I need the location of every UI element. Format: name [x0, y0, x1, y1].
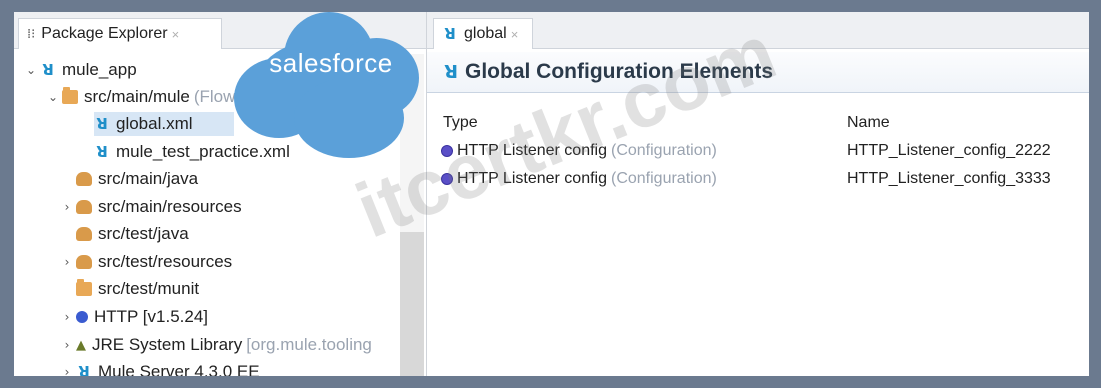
tree-item-label: JRE System Library [92, 335, 243, 354]
mule-config-icon: ꓤ [444, 25, 456, 43]
tree-item-http-library[interactable]: › HTTP [v1.5.24] [58, 305, 208, 329]
tree-item-label: src/main/java [98, 169, 199, 188]
tab-label: Package Explorer [41, 25, 168, 42]
table-row[interactable]: HTTP Listener config (Configuration) [441, 168, 717, 190]
http-library-icon [76, 311, 88, 323]
chevron-down-icon[interactable]: ⌄ [44, 90, 62, 104]
scrollbar-thumb[interactable] [400, 232, 424, 376]
tree-item-src-main-java[interactable]: src/main/java [58, 167, 198, 191]
row-kind: (Configuration) [611, 142, 717, 159]
tree-item-label: src/test/munit [98, 279, 200, 298]
close-icon[interactable]: × [172, 27, 180, 42]
mule-config-icon: ꓤ [444, 61, 458, 83]
tree-item-global-xml[interactable]: ꓤ global.xml [94, 112, 234, 136]
editor-tabbar: ꓤ global × [427, 12, 1089, 49]
tab-label: global [464, 25, 507, 42]
close-icon[interactable]: × [511, 27, 519, 42]
row-type: HTTP Listener config [457, 170, 607, 187]
table-row[interactable]: HTTP Listener config (Configuration) [441, 140, 717, 162]
tree-item-annotation: [org.mule.tooling [246, 335, 372, 354]
chevron-right-icon[interactable]: › [58, 310, 76, 324]
package-folder-icon [76, 255, 92, 269]
tree-item-label: Mule Server 4.3.0 EE [98, 362, 260, 376]
row-kind: (Configuration) [611, 170, 717, 187]
package-folder-icon [76, 227, 92, 241]
folder-icon [62, 87, 78, 104]
row-type: HTTP Listener config [457, 142, 607, 159]
mule-config-icon: ꓤ [96, 115, 108, 133]
tree-item-mule-server[interactable]: › ꓤ Mule Server 4.3.0 EE [58, 360, 260, 376]
mule-project-icon: ꓤ [42, 61, 54, 79]
config-element-icon [441, 145, 453, 157]
config-element-icon [441, 173, 453, 185]
chevron-right-icon[interactable]: › [58, 255, 76, 269]
column-header-type[interactable]: Type [443, 114, 478, 132]
chevron-right-icon[interactable]: › [58, 365, 76, 376]
chevron-right-icon[interactable]: › [58, 338, 76, 352]
mule-config-icon: ꓤ [96, 143, 108, 161]
tab-package-explorer[interactable]: ⁞⁝ Package Explorer × [18, 18, 222, 49]
tree-item-label: mule_app [62, 60, 137, 79]
tree-item-label: src/main/resources [98, 197, 242, 216]
tree-item-src-test-java[interactable]: src/test/java [58, 222, 189, 246]
editor-header: ꓤ Global Configuration Elements [427, 52, 1089, 93]
tree-item-src-main-resources[interactable]: › src/main/resources [58, 195, 242, 219]
tree-item-jre-system-library[interactable]: › ▲ JRE System Library [org.mule.tooling [58, 333, 372, 357]
row-name[interactable]: HTTP_Listener_config_2222 [847, 140, 1051, 162]
tree-item-src-main-mule[interactable]: ⌄ src/main/mule (Flows) [44, 85, 250, 109]
tree-item-label: src/test/resources [98, 252, 233, 271]
row-name[interactable]: HTTP_Listener_config_3333 [847, 168, 1051, 190]
tree-item-label: src/main/mule [84, 87, 190, 106]
column-header-name[interactable]: Name [847, 114, 890, 132]
mule-server-icon: ꓤ [78, 363, 90, 376]
folder-icon [76, 279, 92, 296]
package-explorer-icon: ⁞⁝ [27, 26, 36, 42]
page-title: Global Configuration Elements [465, 60, 774, 83]
package-folder-icon [76, 172, 92, 186]
chevron-right-icon[interactable]: › [58, 200, 76, 214]
tree-item-label: global.xml [116, 114, 193, 133]
tab-global[interactable]: ꓤ global × [433, 18, 533, 49]
salesforce-logo: salesforce [224, 12, 420, 158]
package-explorer-pane: ⁞⁝ Package Explorer × ⌄ ꓤ mule_app ⌄ src… [14, 12, 427, 376]
global-config-editor: ꓤ global × ꓤ Global Configuration Elemen… [427, 12, 1089, 376]
salesforce-logo-text: salesforce [269, 48, 393, 78]
jre-library-icon: ▲ [76, 337, 86, 353]
tree-item-mule-app[interactable]: ⌄ ꓤ mule_app [22, 58, 137, 82]
tree-item-label: src/test/java [98, 224, 189, 243]
tree-item-label: HTTP [v1.5.24] [94, 307, 209, 326]
ide-window: ⁞⁝ Package Explorer × ⌄ ꓤ mule_app ⌄ src… [14, 12, 1089, 376]
tree-item-src-test-munit[interactable]: src/test/munit [58, 277, 199, 301]
chevron-down-icon[interactable]: ⌄ [22, 63, 40, 77]
tree-item-src-test-resources[interactable]: › src/test/resources [58, 250, 233, 274]
package-folder-icon [76, 200, 92, 214]
